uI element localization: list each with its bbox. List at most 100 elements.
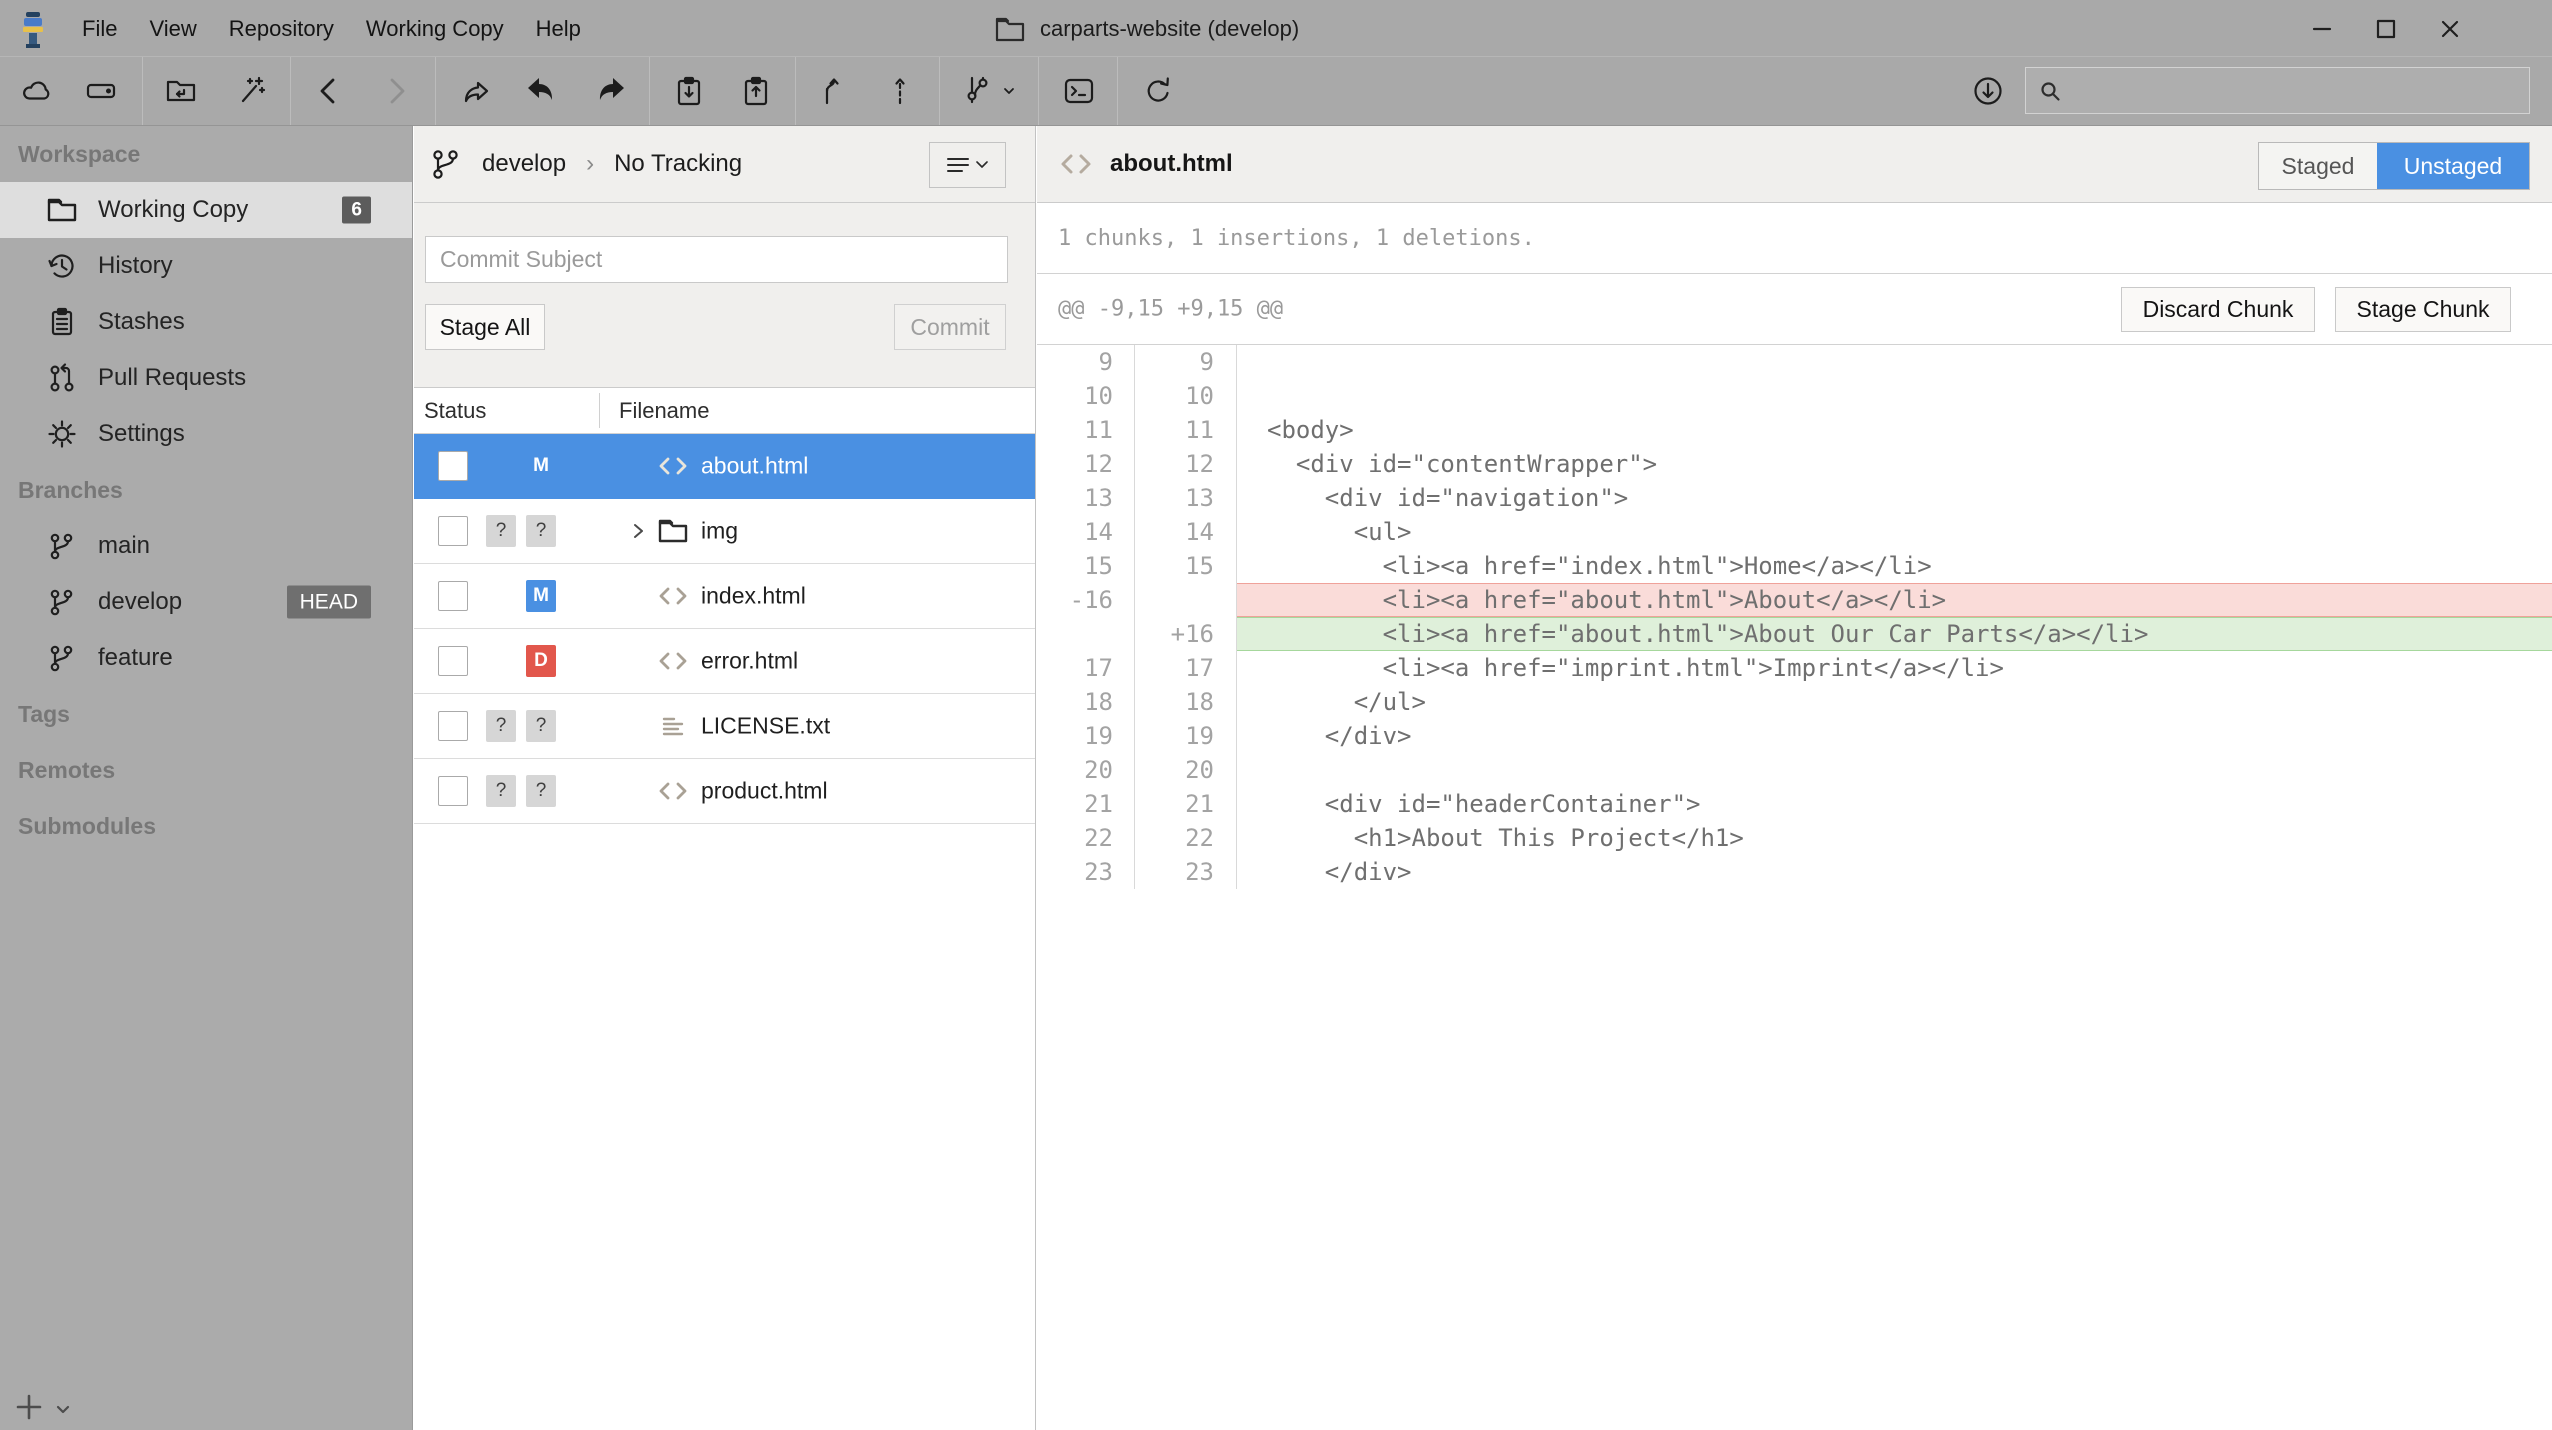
file-checkbox[interactable] [438, 711, 468, 741]
sidebar-section-remotes[interactable]: Remotes [0, 742, 412, 798]
sidebar-section-branches[interactable]: Branches [0, 462, 412, 518]
file-name: img [701, 518, 738, 545]
sidebar-item-stashes[interactable]: Stashes [0, 294, 412, 350]
search-input[interactable] [2072, 68, 2529, 113]
maximize-button[interactable] [2354, 0, 2418, 57]
stage-chunk-button[interactable]: Stage Chunk [2335, 287, 2511, 332]
filename-column-header: Filename [619, 398, 709, 424]
tab-staged[interactable]: Staged [2259, 143, 2377, 189]
tracking-status[interactable]: No Tracking [614, 150, 742, 178]
old-line-number: 9 [1037, 345, 1135, 379]
toolbar-separator [939, 57, 940, 125]
sidebar-item-label: Working Copy [98, 196, 248, 224]
new-line-number: 21 [1135, 787, 1237, 821]
minimize-button[interactable] [2290, 0, 2354, 57]
hunk-header-row: @@ -9,15 +9,15 @@ Discard Chunk Stage Ch… [1037, 274, 2552, 345]
status-badge: D [526, 645, 556, 677]
refresh-icon[interactable] [1141, 74, 1175, 108]
sidebar-section-tags[interactable]: Tags [0, 686, 412, 742]
merge-icon[interactable] [816, 74, 850, 108]
chevron-down-icon[interactable] [1001, 83, 1017, 99]
hard-drive-icon[interactable] [84, 74, 118, 108]
fetch-download-icon[interactable] [1971, 74, 2005, 108]
file-row-img[interactable]: ??img [414, 499, 1035, 564]
open-repo-icon[interactable] [164, 74, 198, 108]
stash-save-icon[interactable] [672, 74, 706, 108]
graph-options-icon[interactable] [961, 74, 995, 108]
file-row-product-html[interactable]: ??product.html [414, 759, 1035, 824]
new-line-number: 10 [1135, 379, 1237, 413]
count-badge: 6 [342, 197, 371, 224]
diff-line-code: <div id="headerContainer"> [1237, 787, 2552, 821]
file-name: about.html [701, 453, 808, 480]
file-row-about-html[interactable]: Mabout.html [414, 434, 1035, 499]
file-checkbox[interactable] [438, 646, 468, 676]
column-divider[interactable] [599, 393, 600, 428]
commit-subject-input[interactable] [425, 236, 1008, 283]
sidebar-item-working-copy[interactable]: Working Copy 6 [0, 182, 412, 238]
current-branch[interactable]: develop [482, 150, 566, 178]
back-icon[interactable] [312, 74, 346, 108]
sidebar-item-label: Pull Requests [98, 364, 246, 392]
branch-header: develop › No Tracking [414, 126, 1035, 203]
menu-repository[interactable]: Repository [213, 16, 350, 42]
file-row-index-html[interactable]: Mindex.html [414, 564, 1035, 629]
menu-file[interactable]: File [66, 16, 133, 42]
sidebar-item-feature[interactable]: feature [0, 630, 412, 686]
list-options-button[interactable] [929, 142, 1006, 188]
sidebar-item-settings[interactable]: Settings [0, 406, 412, 462]
menu-help[interactable]: Help [520, 16, 597, 42]
file-checkbox[interactable] [438, 581, 468, 611]
undo-icon[interactable] [523, 74, 557, 108]
search-icon [2038, 79, 2062, 103]
quick-launch-wand-icon[interactable] [233, 74, 267, 108]
file-row-error-html[interactable]: Derror.html [414, 629, 1035, 694]
terminal-icon[interactable] [1062, 74, 1096, 108]
file-checkbox[interactable] [438, 516, 468, 546]
forward-icon[interactable] [379, 74, 413, 108]
pull-request-icon [46, 362, 78, 394]
sidebar-item-develop[interactable]: developHEAD [0, 574, 412, 630]
sidebar-item-history[interactable]: History [0, 238, 412, 294]
stage-all-button[interactable]: Stage All [425, 304, 545, 350]
new-line-number: +16 [1135, 617, 1237, 651]
new-line-number: 9 [1135, 345, 1237, 379]
chevron-down-icon[interactable] [54, 1401, 72, 1419]
app-logo-icon [16, 10, 50, 48]
file-name: LICENSE.txt [701, 713, 830, 740]
redo-icon[interactable] [595, 74, 629, 108]
tab-unstaged[interactable]: Unstaged [2377, 143, 2529, 189]
file-checkbox[interactable] [438, 451, 468, 481]
menu-view[interactable]: View [133, 16, 212, 42]
status-badge: ? [486, 710, 516, 742]
diff-line-code: </ul> [1237, 685, 2552, 719]
expand-chevron-icon[interactable] [628, 521, 648, 541]
old-line-number: 13 [1037, 481, 1135, 515]
stash-apply-icon[interactable] [739, 74, 773, 108]
sidebar-item-pull-requests[interactable]: Pull Requests [0, 350, 412, 406]
sidebar-footer [14, 1392, 72, 1422]
cloud-icon[interactable] [20, 74, 54, 108]
close-button[interactable] [2418, 0, 2482, 57]
old-line-number: 14 [1037, 515, 1135, 549]
commit-button[interactable]: Commit [894, 304, 1006, 350]
rebase-icon[interactable] [883, 74, 917, 108]
code-icon [657, 775, 689, 807]
sidebar-section-submodules[interactable]: Submodules [0, 798, 412, 854]
checkout-arrow-icon[interactable] [460, 74, 494, 108]
folder-icon [995, 16, 1025, 42]
commit-panel: develop › No Tracking Stage All Commit S… [414, 126, 1036, 1430]
menu-working-copy[interactable]: Working Copy [350, 16, 520, 42]
add-repository-icon[interactable] [14, 1392, 44, 1422]
diff-file-name: about.html [1110, 150, 1233, 178]
file-checkbox[interactable] [438, 776, 468, 806]
diff-line-code: <h1>About This Project</h1> [1237, 821, 2552, 855]
old-line-number: 19 [1037, 719, 1135, 753]
file-row-license-txt[interactable]: ??LICENSE.txt [414, 694, 1035, 759]
fork-git-client-window: FileViewRepositoryWorking CopyHelp carpa… [0, 0, 2552, 1430]
diff-line: 2121 <div id="headerContainer"> [1037, 787, 2552, 821]
folder-icon [46, 194, 78, 226]
diff-line-code: <ul> [1237, 515, 2552, 549]
sidebar-item-main[interactable]: main [0, 518, 412, 574]
discard-chunk-button[interactable]: Discard Chunk [2121, 287, 2315, 332]
